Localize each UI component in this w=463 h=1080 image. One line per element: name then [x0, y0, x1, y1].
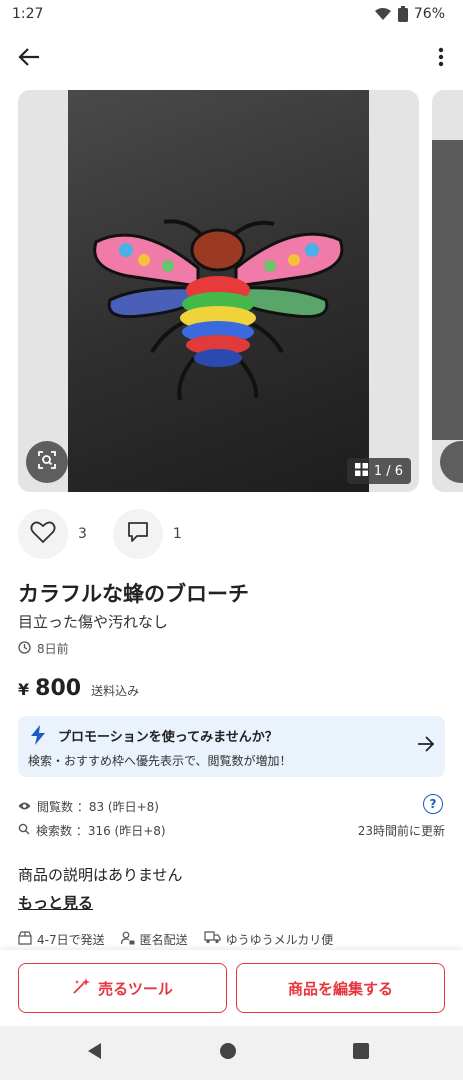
back-button[interactable]: [14, 44, 44, 74]
edit-item-button[interactable]: 商品を編集する: [236, 963, 445, 1013]
next-photo: [432, 140, 463, 440]
battery-icon: [397, 6, 408, 22]
nav-home-button[interactable]: [216, 1041, 240, 1065]
item-title: カラフルな蜂のブローチ: [18, 582, 249, 606]
app-bar: [0, 36, 463, 82]
arrow-left-icon: [18, 47, 40, 71]
next-photo-card[interactable]: [432, 90, 463, 492]
box-icon: [18, 930, 32, 948]
image-counter: 1 / 6: [346, 458, 411, 484]
nav-recents-button[interactable]: [349, 1041, 373, 1065]
status-bar: 1:27 76%: [0, 0, 463, 30]
grid-icon: [354, 462, 368, 480]
shipping-method-text: ゆうゆうメルカリ便: [225, 932, 334, 947]
shipping-method: ゆうゆうメルカリ便: [204, 931, 334, 948]
price-symbol: ¥: [18, 680, 30, 699]
bottom-action-bar: 売るツール 商品を編集する: [0, 950, 463, 1026]
views-stat: 閲覧数 ：83 (昨日+8): [18, 798, 159, 815]
lightning-icon: [30, 725, 46, 749]
like-button[interactable]: [18, 509, 68, 559]
arrow-right-icon: [417, 736, 435, 756]
nav-back-button[interactable]: [82, 1041, 106, 1065]
updated-time: 23時間前に更新: [357, 824, 445, 838]
shipping-days: 4-7日で発送: [18, 930, 105, 948]
posted-time-text: 8日前: [37, 642, 69, 656]
triangle-back-icon: [86, 1042, 102, 1064]
promotion-subtitle: 検索・おすすめ枠へ優先表示で、閲覧数が増加！: [28, 754, 292, 768]
posted-time: 8日前: [18, 640, 69, 657]
sell-tools-label: 売るツール: [98, 979, 173, 998]
like-count: 3: [78, 526, 87, 542]
next-image-search-button[interactable]: [440, 441, 463, 483]
image-carousel[interactable]: 1 / 6: [0, 90, 463, 492]
promotion-title: プロモーションを使ってみませんか？: [58, 730, 278, 745]
circle-home-icon: [219, 1042, 237, 1064]
anonymous-shipping: 匿名配送: [120, 931, 188, 948]
square-recents-icon: [353, 1043, 369, 1063]
searches-stat: 検索数 ：316 (昨日+8): [18, 822, 166, 839]
bee-brooch-illustration: [93, 219, 344, 401]
clock-icon: [18, 640, 31, 657]
photo-card[interactable]: 1 / 6: [18, 90, 419, 492]
sparkle-wand-icon: [72, 977, 92, 999]
heart-icon: [30, 520, 56, 548]
searches-text: 検索数 ：316 (昨日+8): [36, 824, 166, 838]
price-value: 800: [35, 676, 82, 701]
edit-item-label: 商品を編集する: [287, 979, 393, 998]
anonymous-shipping-text: 匿名配送: [139, 932, 188, 947]
truck-icon: [204, 931, 221, 947]
shipping-info: 4-7日で発送 匿名配送 ゆうゆうメルカリ便: [18, 929, 448, 949]
anonymous-user-icon: [120, 931, 135, 948]
shipping-days-text: 4-7日で発送: [37, 932, 105, 947]
item-description: 商品の説明はありません: [18, 866, 183, 884]
more-options-button[interactable]: [433, 44, 449, 74]
engagement-actions: 3 1: [18, 509, 448, 559]
stats-help-button[interactable]: ?: [423, 794, 443, 814]
views-text: 閲覧数 ：83 (昨日+8): [37, 800, 159, 814]
item-photo[interactable]: [68, 90, 369, 492]
shipping-included-label: 送料込み: [91, 684, 140, 698]
price: ¥ 800 送料込み: [18, 676, 139, 701]
image-counter-text: 1 / 6: [373, 463, 403, 479]
comment-count: 1: [172, 526, 182, 542]
sell-tools-button[interactable]: 売るツール: [18, 963, 227, 1013]
views-row: 閲覧数 ：83 (昨日+8) ?: [18, 794, 445, 816]
searches-row: 検索数 ：316 (昨日+8) 23時間前に更新: [18, 822, 445, 840]
status-time: 1:27: [12, 6, 44, 22]
wifi-icon: [374, 7, 392, 21]
see-more-link[interactable]: もっと見る: [18, 892, 93, 913]
item-condition: 目立った傷や汚れなし: [18, 613, 169, 631]
comment-icon: [126, 520, 150, 548]
search-icon: [18, 823, 30, 838]
status-icons: 76%: [374, 6, 445, 22]
promotion-banner[interactable]: プロモーションを使ってみませんか？ 検索・おすすめ枠へ優先表示で、閲覧数が増加！: [18, 716, 445, 777]
image-search-icon: [37, 450, 57, 474]
comment-button[interactable]: [112, 509, 163, 559]
eye-icon: [18, 800, 31, 814]
battery-level: 76%: [413, 6, 445, 22]
image-search-button[interactable]: [26, 441, 68, 483]
system-nav-bar: [0, 1026, 463, 1080]
more-vert-icon: [438, 47, 444, 71]
